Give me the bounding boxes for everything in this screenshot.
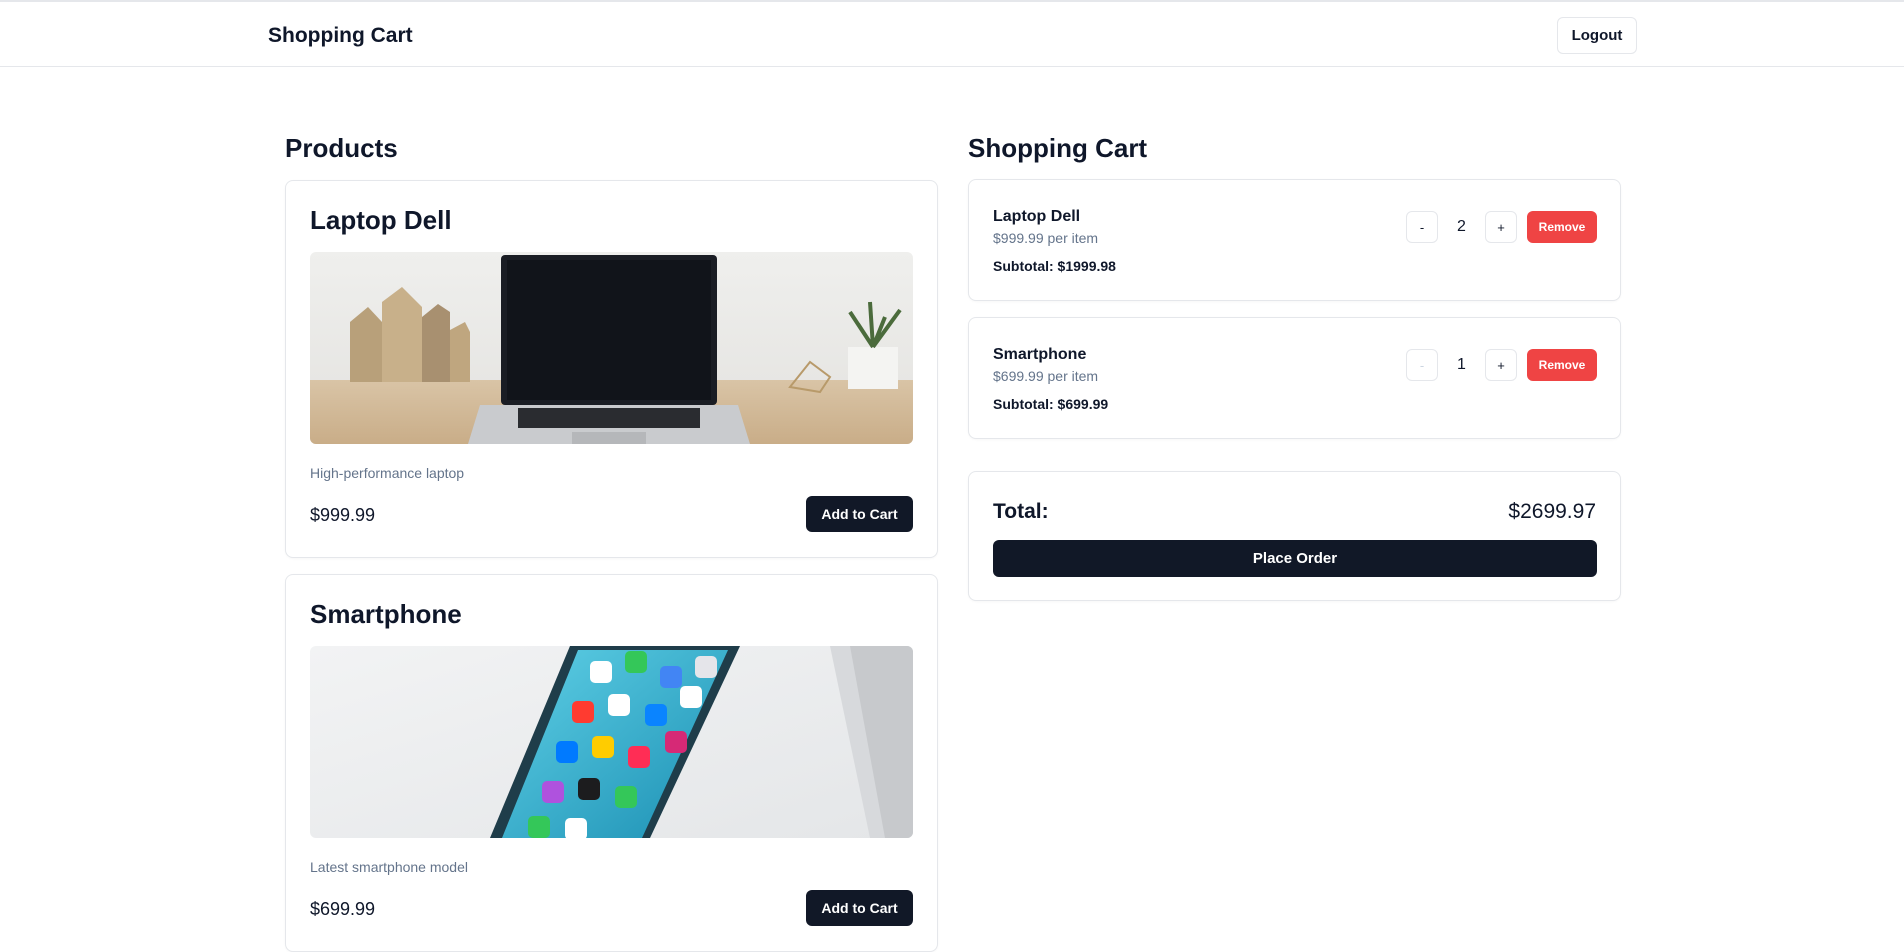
quantity-value: 1 bbox=[1457, 356, 1466, 373]
cart-heading: Shopping Cart bbox=[968, 133, 1148, 163]
remove-button[interactable]: Remove bbox=[1527, 349, 1597, 381]
increase-quantity-button[interactable]: + bbox=[1485, 211, 1517, 243]
decrease-quantity-button[interactable]: - bbox=[1406, 349, 1438, 381]
total-label: Total: bbox=[993, 500, 1049, 523]
cart-item-smartphone: Smartphone $699.99 per item Subtotal: $6… bbox=[968, 317, 1621, 439]
cart-item-name: Laptop Dell bbox=[993, 208, 1081, 225]
cart-item-name: Smartphone bbox=[993, 346, 1087, 363]
product-description: Latest smartphone model bbox=[310, 859, 468, 875]
cart-item-subtotal: Subtotal: $1999.98 bbox=[993, 258, 1116, 274]
product-card-laptop: Laptop Dell High-performance laptop $999… bbox=[285, 180, 938, 558]
decrease-quantity-button[interactable]: - bbox=[1406, 211, 1438, 243]
cart-total-card: Total: $2699.97 Place Order bbox=[968, 471, 1621, 601]
logout-button[interactable]: Logout bbox=[1557, 17, 1637, 54]
product-name: Smartphone bbox=[310, 599, 462, 629]
place-order-button[interactable]: Place Order bbox=[993, 540, 1597, 577]
add-to-cart-button[interactable]: Add to Cart bbox=[806, 890, 913, 926]
cart-item-unit-price: $999.99 per item bbox=[993, 230, 1099, 246]
cart-item-unit-price: $699.99 per item bbox=[993, 368, 1099, 384]
remove-button[interactable]: Remove bbox=[1527, 211, 1597, 243]
add-to-cart-button[interactable]: Add to Cart bbox=[806, 496, 913, 532]
cart-item-laptop: Laptop Dell $999.99 per item Subtotal: $… bbox=[968, 179, 1621, 301]
total-value: $2699.97 bbox=[1508, 500, 1596, 523]
app-title: Shopping Cart bbox=[268, 24, 413, 47]
cart-item-subtotal: Subtotal: $699.99 bbox=[993, 396, 1109, 412]
product-price: $999.99 bbox=[310, 505, 376, 525]
smartphone-image bbox=[310, 646, 913, 838]
laptop-image bbox=[310, 252, 913, 444]
app-header: Shopping Cart Logout bbox=[0, 2, 1904, 67]
products-heading: Products bbox=[285, 133, 398, 163]
quantity-value: 2 bbox=[1457, 218, 1466, 235]
product-name: Laptop Dell bbox=[310, 205, 452, 235]
product-description: High-performance laptop bbox=[310, 465, 465, 481]
product-card-smartphone: Smartphone Latest smartphone model $699.… bbox=[285, 574, 938, 952]
increase-quantity-button[interactable]: + bbox=[1485, 349, 1517, 381]
